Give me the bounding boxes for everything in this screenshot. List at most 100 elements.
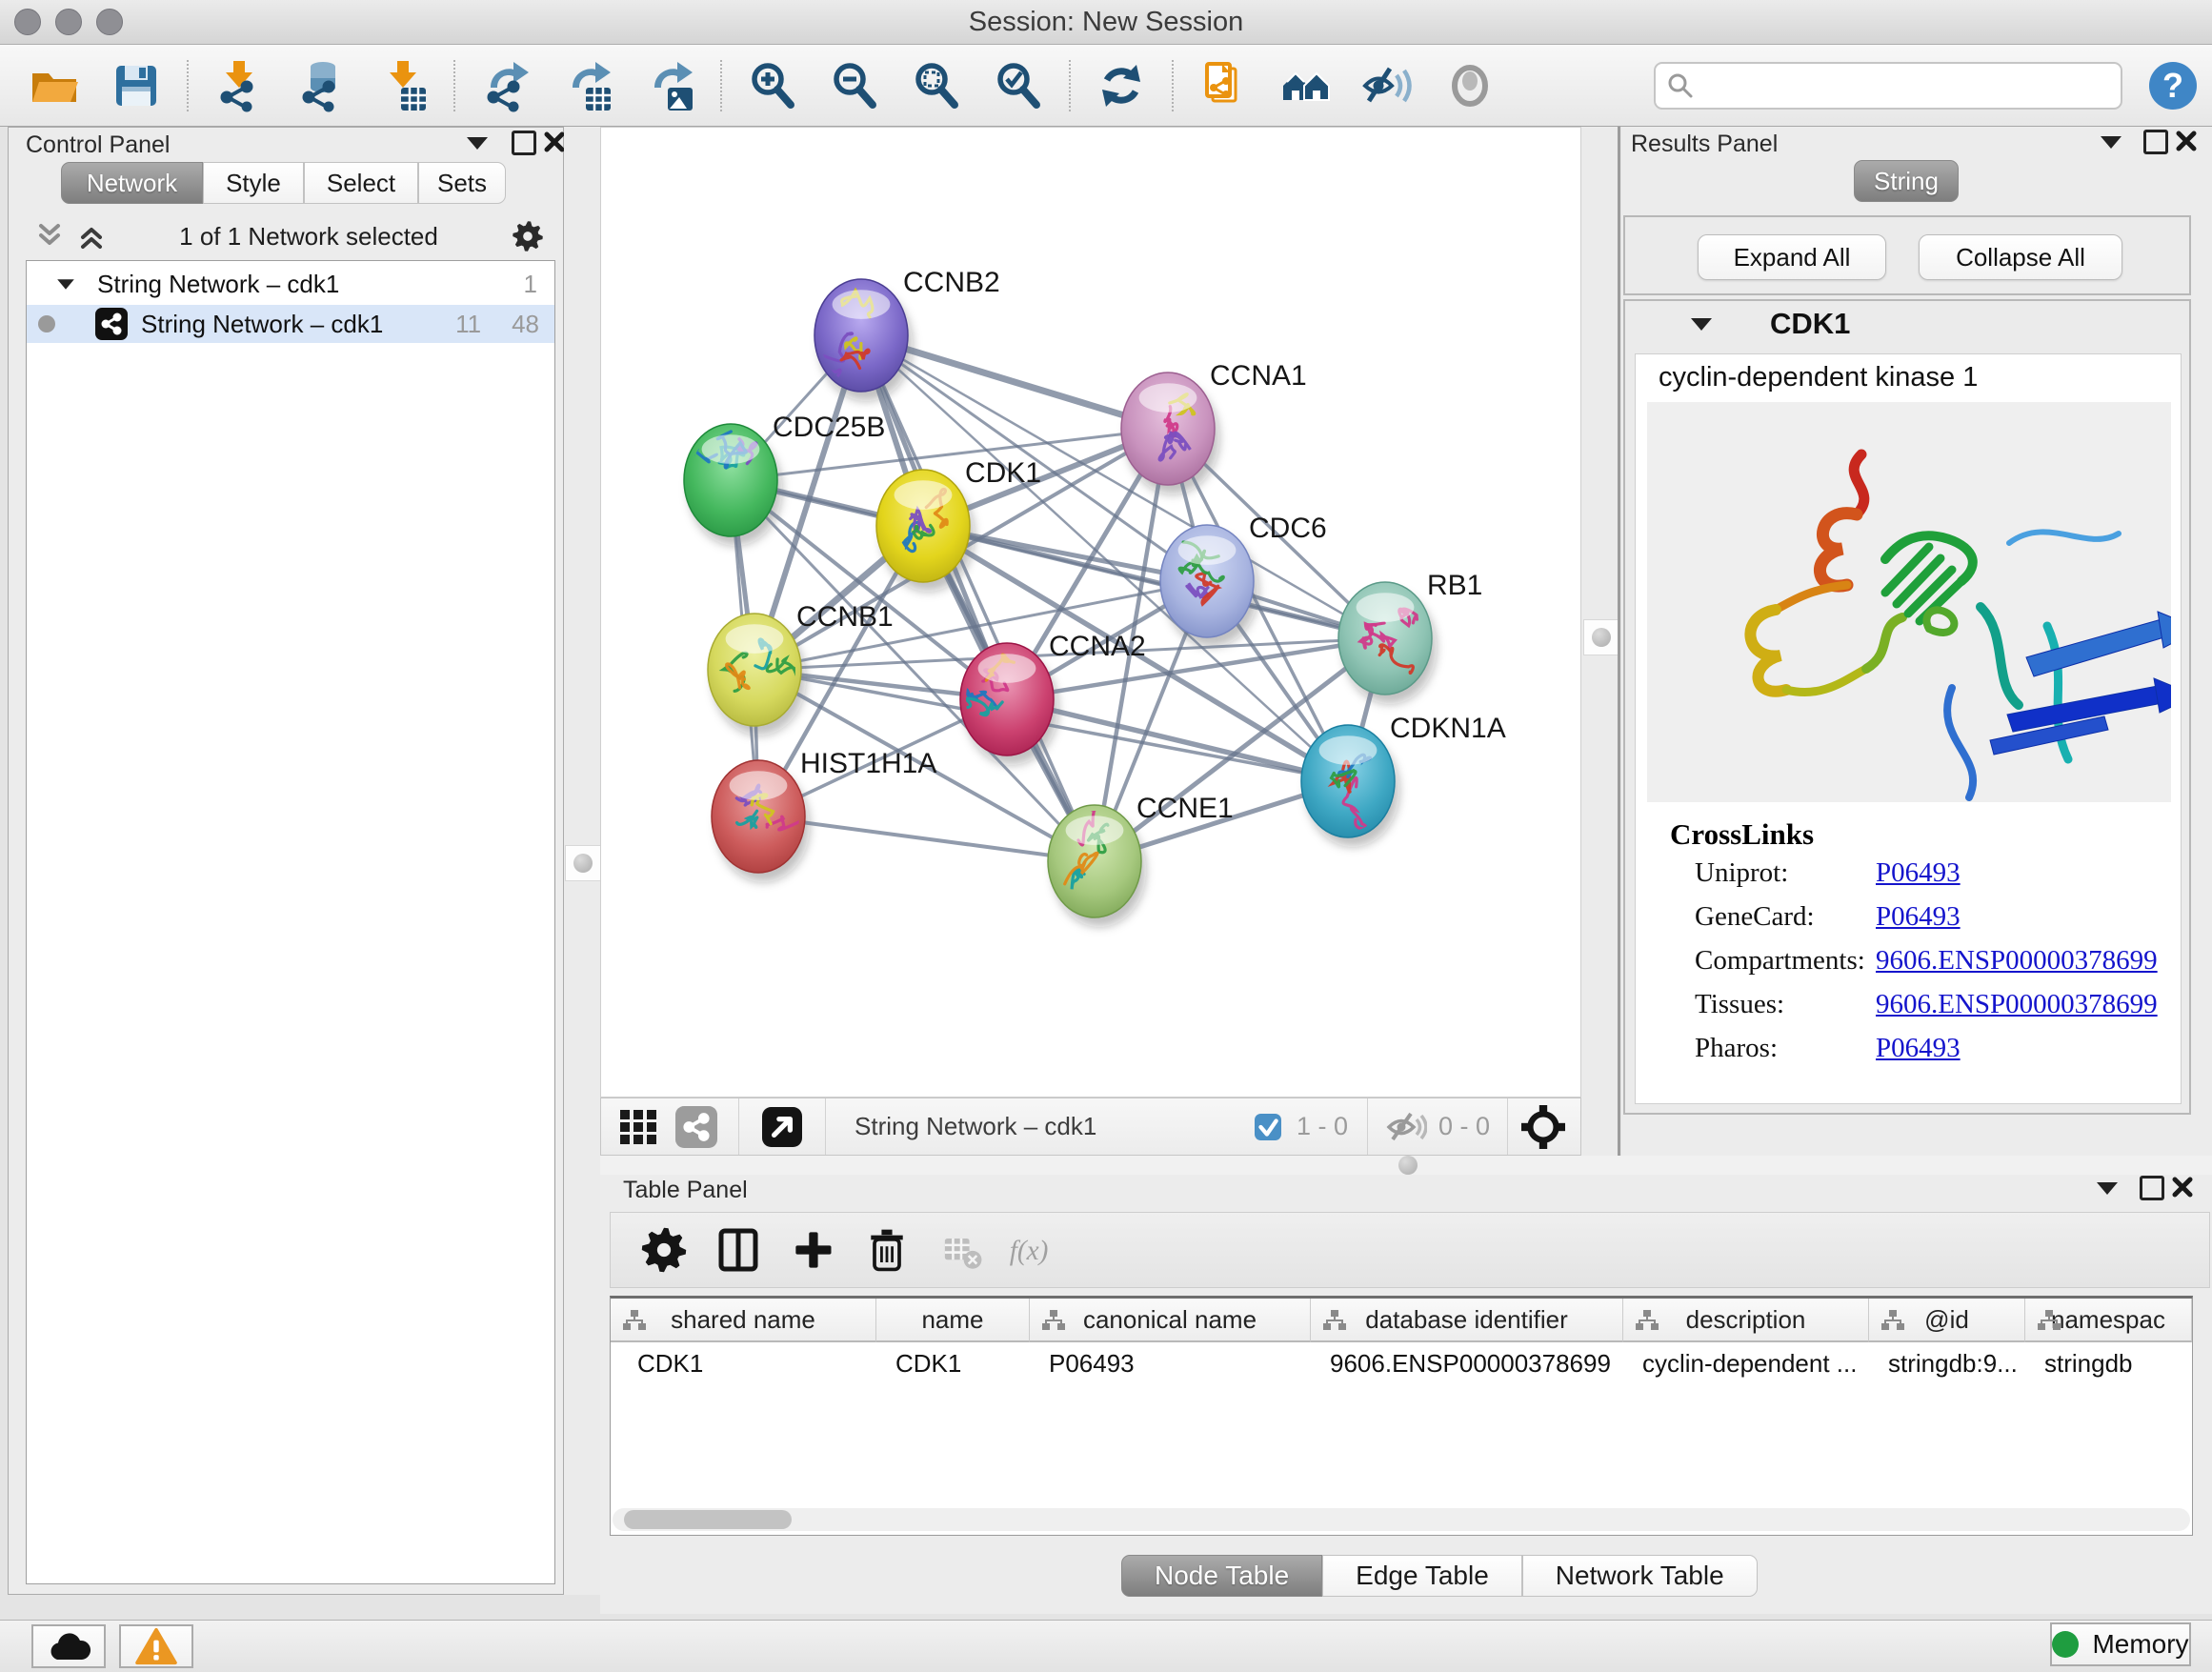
crosslink-value-link[interactable]: 9606.ENSP00000378699 (1876, 989, 2158, 1020)
collection-label: String Network – cdk1 (97, 270, 339, 299)
network-node-CCNB1[interactable] (708, 614, 801, 726)
search-box[interactable] (1654, 62, 2122, 110)
left-splitter[interactable] (564, 127, 600, 1595)
delete-column-trash-icon[interactable] (858, 1221, 915, 1279)
network-node-label: CDK1 (965, 457, 1041, 489)
birds-eye-view-icon[interactable] (1521, 1105, 1565, 1149)
left-splitter-handle[interactable] (565, 845, 601, 881)
network-node-label: CDKN1A (1390, 713, 1506, 744)
column-header-description[interactable]: description (1623, 1299, 1869, 1342)
zoom-selected-icon (992, 59, 1045, 112)
results-panel-float-button[interactable] (2101, 136, 2122, 149)
open-home-button[interactable] (1278, 58, 1334, 113)
tab-network[interactable]: Network (61, 162, 203, 204)
network-node-CCNB2[interactable] (814, 279, 908, 392)
crosslink-value-link[interactable]: P06493 (1876, 901, 1961, 933)
results-panel-maximize-button[interactable] (2143, 130, 2168, 154)
right-splitter-handle[interactable] (1583, 619, 1619, 655)
open-session-button[interactable] (27, 58, 82, 113)
network-share-gray-icon[interactable] (675, 1106, 717, 1148)
zoom-selected-button[interactable] (991, 58, 1046, 113)
zoom-in-button[interactable] (745, 58, 800, 113)
apply-preferred-layout-button[interactable] (1094, 58, 1149, 113)
network-node-CCNE1[interactable] (1048, 804, 1141, 917)
export-table-to-file-button[interactable] (560, 58, 615, 113)
create-column-icon[interactable] (784, 1221, 841, 1279)
tab-edge-table[interactable]: Edge Table (1322, 1555, 1522, 1597)
level-of-detail-button[interactable] (1442, 58, 1498, 113)
column-header-name[interactable]: name (876, 1299, 1030, 1342)
crosslink-value-link[interactable]: 9606.ENSP00000378699 (1876, 945, 2158, 977)
control-panel-float-button[interactable] (467, 137, 488, 150)
column-header-namespac[interactable]: namespac (2025, 1299, 2192, 1342)
collapse-all-button[interactable]: Collapse All (1919, 234, 2122, 280)
column-header-canonical-name[interactable]: canonical name (1030, 1299, 1311, 1342)
network-view-canvas[interactable]: CCNB2CCNA1CDC25BCDK1CDC6RB1CCNB1CCNA2CDK… (600, 127, 1581, 1098)
memory-label: Memory (2092, 1629, 2188, 1660)
expand-all-button[interactable]: Expand All (1698, 234, 1886, 280)
table-panel-float-button[interactable] (2097, 1182, 2118, 1195)
tab-style[interactable]: Style (203, 162, 304, 204)
cdk1-collapse-caret-icon[interactable] (1691, 318, 1712, 331)
save-session-button[interactable] (109, 58, 164, 113)
expand-all-icon[interactable] (77, 222, 106, 251)
help-button[interactable]: ? (2147, 60, 2199, 111)
column-header--id[interactable]: @id (1869, 1299, 2025, 1342)
column-header-database-identifier[interactable]: database identifier (1311, 1299, 1623, 1342)
table-panel-maximize-button[interactable] (2140, 1176, 2164, 1200)
network-node-CDC6[interactable] (1160, 525, 1254, 637)
network-options-gear-icon[interactable] (512, 220, 544, 252)
grid-view-icon[interactable] (618, 1106, 660, 1148)
import-table-from-file-icon (376, 59, 430, 112)
import-network-from-database-button[interactable] (293, 58, 349, 113)
column-namespace-icon (2037, 1309, 2061, 1332)
tab-node-table[interactable]: Node Table (1121, 1555, 1322, 1597)
column-header-shared-name[interactable]: shared name (611, 1299, 876, 1342)
network-node-CCNA1[interactable] (1121, 373, 1215, 485)
show-columns-icon[interactable] (710, 1221, 767, 1279)
export-network-to-file-button[interactable] (478, 58, 533, 113)
zoom-out-button[interactable] (827, 58, 882, 113)
network-row[interactable]: String Network – cdk1 11 48 (27, 305, 554, 343)
delete-table-icon (933, 1221, 990, 1279)
open-in-new-window-icon[interactable] (762, 1107, 802, 1147)
right-splitter[interactable] (1581, 127, 1619, 1156)
warning-status-button[interactable] (119, 1624, 193, 1668)
table-row[interactable]: CDK1CDK1P064939606.ENSP00000378699cyclin… (611, 1342, 2192, 1384)
export-network-to-web-button[interactable] (1196, 58, 1252, 113)
collection-caret-icon[interactable] (57, 279, 74, 289)
crosslink-value-link[interactable]: P06493 (1876, 857, 1961, 889)
control-panel-close-icon[interactable] (544, 131, 565, 152)
horizontal-splitter[interactable] (600, 1156, 2212, 1175)
hide-graphics-details-button[interactable] (1360, 58, 1416, 113)
tab-sets[interactable]: Sets (418, 162, 506, 204)
crosslink-label: Pharos: (1695, 1033, 1876, 1064)
tab-string[interactable]: String (1854, 160, 1959, 202)
tab-select[interactable]: Select (304, 162, 418, 204)
network-node-CDKN1A[interactable] (1301, 725, 1395, 837)
scrollbar-thumb[interactable] (624, 1510, 792, 1529)
table-cell: stringdb (2025, 1342, 2192, 1384)
export-image-button[interactable] (642, 58, 697, 113)
search-input[interactable] (1701, 70, 2109, 101)
network-collection-row[interactable]: String Network – cdk1 1 (27, 265, 554, 303)
import-table-from-file-button[interactable] (375, 58, 431, 113)
table-options-gear-icon[interactable] (635, 1221, 693, 1279)
crosslink-value-link[interactable]: P06493 (1876, 1033, 1961, 1064)
column-namespace-icon (622, 1309, 647, 1332)
network-node-CDK1[interactable] (876, 470, 970, 582)
network-node-RB1[interactable] (1338, 582, 1432, 695)
network-node-CDC25B[interactable] (674, 424, 777, 536)
table-horizontal-scrollbar[interactable] (613, 1508, 2190, 1531)
memory-button[interactable]: Memory (2050, 1622, 2191, 1666)
horizontal-splitter-handle[interactable] (1398, 1156, 1418, 1175)
tab-network-table[interactable]: Network Table (1522, 1555, 1758, 1597)
control-panel-maximize-button[interactable] (512, 131, 536, 155)
cloud-status-button[interactable] (31, 1624, 106, 1668)
table-panel-close-icon[interactable] (2172, 1177, 2193, 1198)
selected-checkbox-icon[interactable] (1255, 1114, 1281, 1140)
results-panel-close-icon[interactable] (2176, 131, 2197, 151)
import-network-from-file-button[interactable] (211, 58, 267, 113)
collapse-all-icon[interactable] (35, 222, 64, 251)
zoom-fit-content-button[interactable] (909, 58, 964, 113)
